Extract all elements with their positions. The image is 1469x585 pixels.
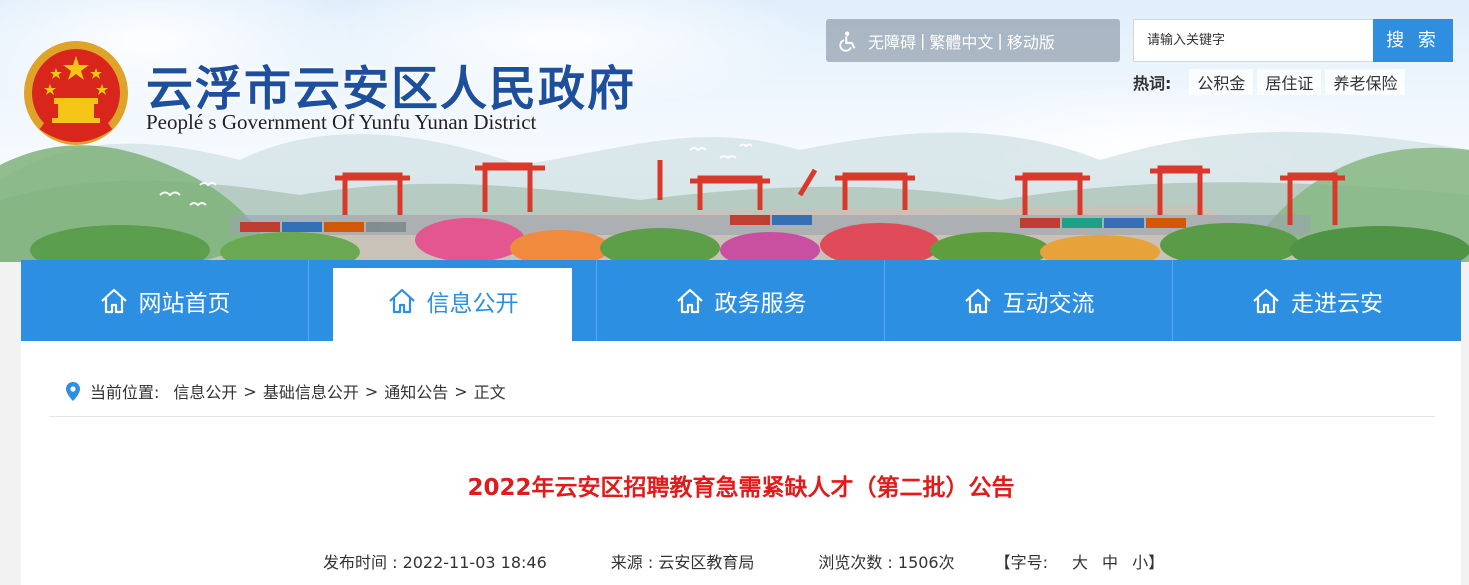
hotword-link[interactable]: 居住证 [1257,69,1322,95]
home-icon [964,288,991,313]
home-icon [676,288,703,313]
home-icon [388,288,415,313]
site-subtitle: Peoplé s Government Of Yunfu Yunan Distr… [146,110,537,134]
breadcrumb-separator: > [454,381,468,401]
wheelchair-icon [839,30,856,52]
font-size-control: 【字号: 大 中 小 】 [995,549,1164,573]
nav-item-label: 互动交流 [1002,290,1095,317]
nav-item-government-services[interactable]: 政务服务 [597,260,885,341]
hotwords: 热词: 公积金 居住证 养老保险 [1133,69,1409,95]
hotword-link[interactable]: 公积金 [1189,69,1254,95]
search-button[interactable]: 搜 索 [1373,19,1453,62]
nav-item-info-disclosure[interactable]: 信息公开 [309,260,597,341]
content-panel: 当前位置: 信息公开 > 基础信息公开 > 通知公告 > 正文 2022年云安区… [21,341,1461,585]
font-size-large-button[interactable]: 大 [1072,549,1088,573]
breadcrumb-item[interactable]: 信息公开 [173,379,237,403]
breadcrumb: 当前位置: 信息公开 > 基础信息公开 > 通知公告 > 正文 [66,379,506,403]
header-banner: 云浮市云安区人民政府 Peoplé s Government Of Yunfu … [0,0,1469,262]
nav-item-label: 网站首页 [138,290,231,317]
breadcrumb-label: 当前位置: [90,383,160,402]
accessibility-separator: | [920,31,926,50]
mobile-version-link[interactable]: 移动版 [1007,29,1055,53]
breadcrumb-separator: > [364,381,379,401]
article-meta: 发布时间 : 2022-11-03 18:46 来源 : 云安区教育局 浏览次数… [323,549,1164,573]
location-pin-icon [66,381,80,401]
nav-item-home[interactable]: 网站首页 [21,260,309,341]
nav-item-about-yunan[interactable]: 走进云安 [1173,260,1461,341]
breadcrumb-item[interactable]: 通知公告 [384,379,448,403]
nav-item-label: 信息公开 [426,290,519,317]
font-size-label: 【字号: [994,553,1049,572]
view-count: 浏览次数 : 1506次 [818,553,955,572]
home-icon [1253,288,1279,313]
home-icon [100,288,127,313]
divider [49,416,1435,417]
main-nav: 网站首页 信息公开 政务服务 互动交流 走进云安 [21,260,1461,341]
article-source: 来源 : 云安区教育局 [610,553,755,572]
breadcrumb-current: 正文 [473,383,506,402]
site-title: 云浮市云安区人民政府 [146,62,636,117]
font-size-small-button[interactable]: 小 [1132,549,1148,573]
hotword-link[interactable]: 养老保险 [1325,69,1406,95]
accessibility-separator: | [997,31,1003,50]
nav-item-label: 走进云安 [1291,290,1383,317]
hotwords-label: 热词: [1133,74,1172,93]
breadcrumb-separator: > [243,381,257,401]
page: 云浮市云安区人民政府 Peoplé s Government Of Yunfu … [0,0,1469,585]
traditional-chinese-link[interactable]: 繁體中文 [929,29,993,53]
national-emblem-logo [24,41,128,145]
accessibility-link[interactable]: 无障碍 [868,29,916,53]
article-title: 2022年云安区招聘教育急需紧缺人才（第二批）公告 [467,475,1015,501]
publish-time: 发布时间 : 2022-11-03 18:46 [323,553,547,572]
search-input[interactable]: 请输入关键字 [1133,19,1373,62]
breadcrumb-item[interactable]: 基础信息公开 [263,379,359,403]
nav-item-label: 政务服务 [714,290,807,317]
font-size-medium-button[interactable]: 中 [1102,549,1118,573]
accessibility-bar: 无障碍 | 繁體中文 | 移动版 [826,19,1120,62]
font-size-close: 】 [1148,553,1165,572]
nav-item-interaction[interactable]: 互动交流 [885,260,1173,341]
